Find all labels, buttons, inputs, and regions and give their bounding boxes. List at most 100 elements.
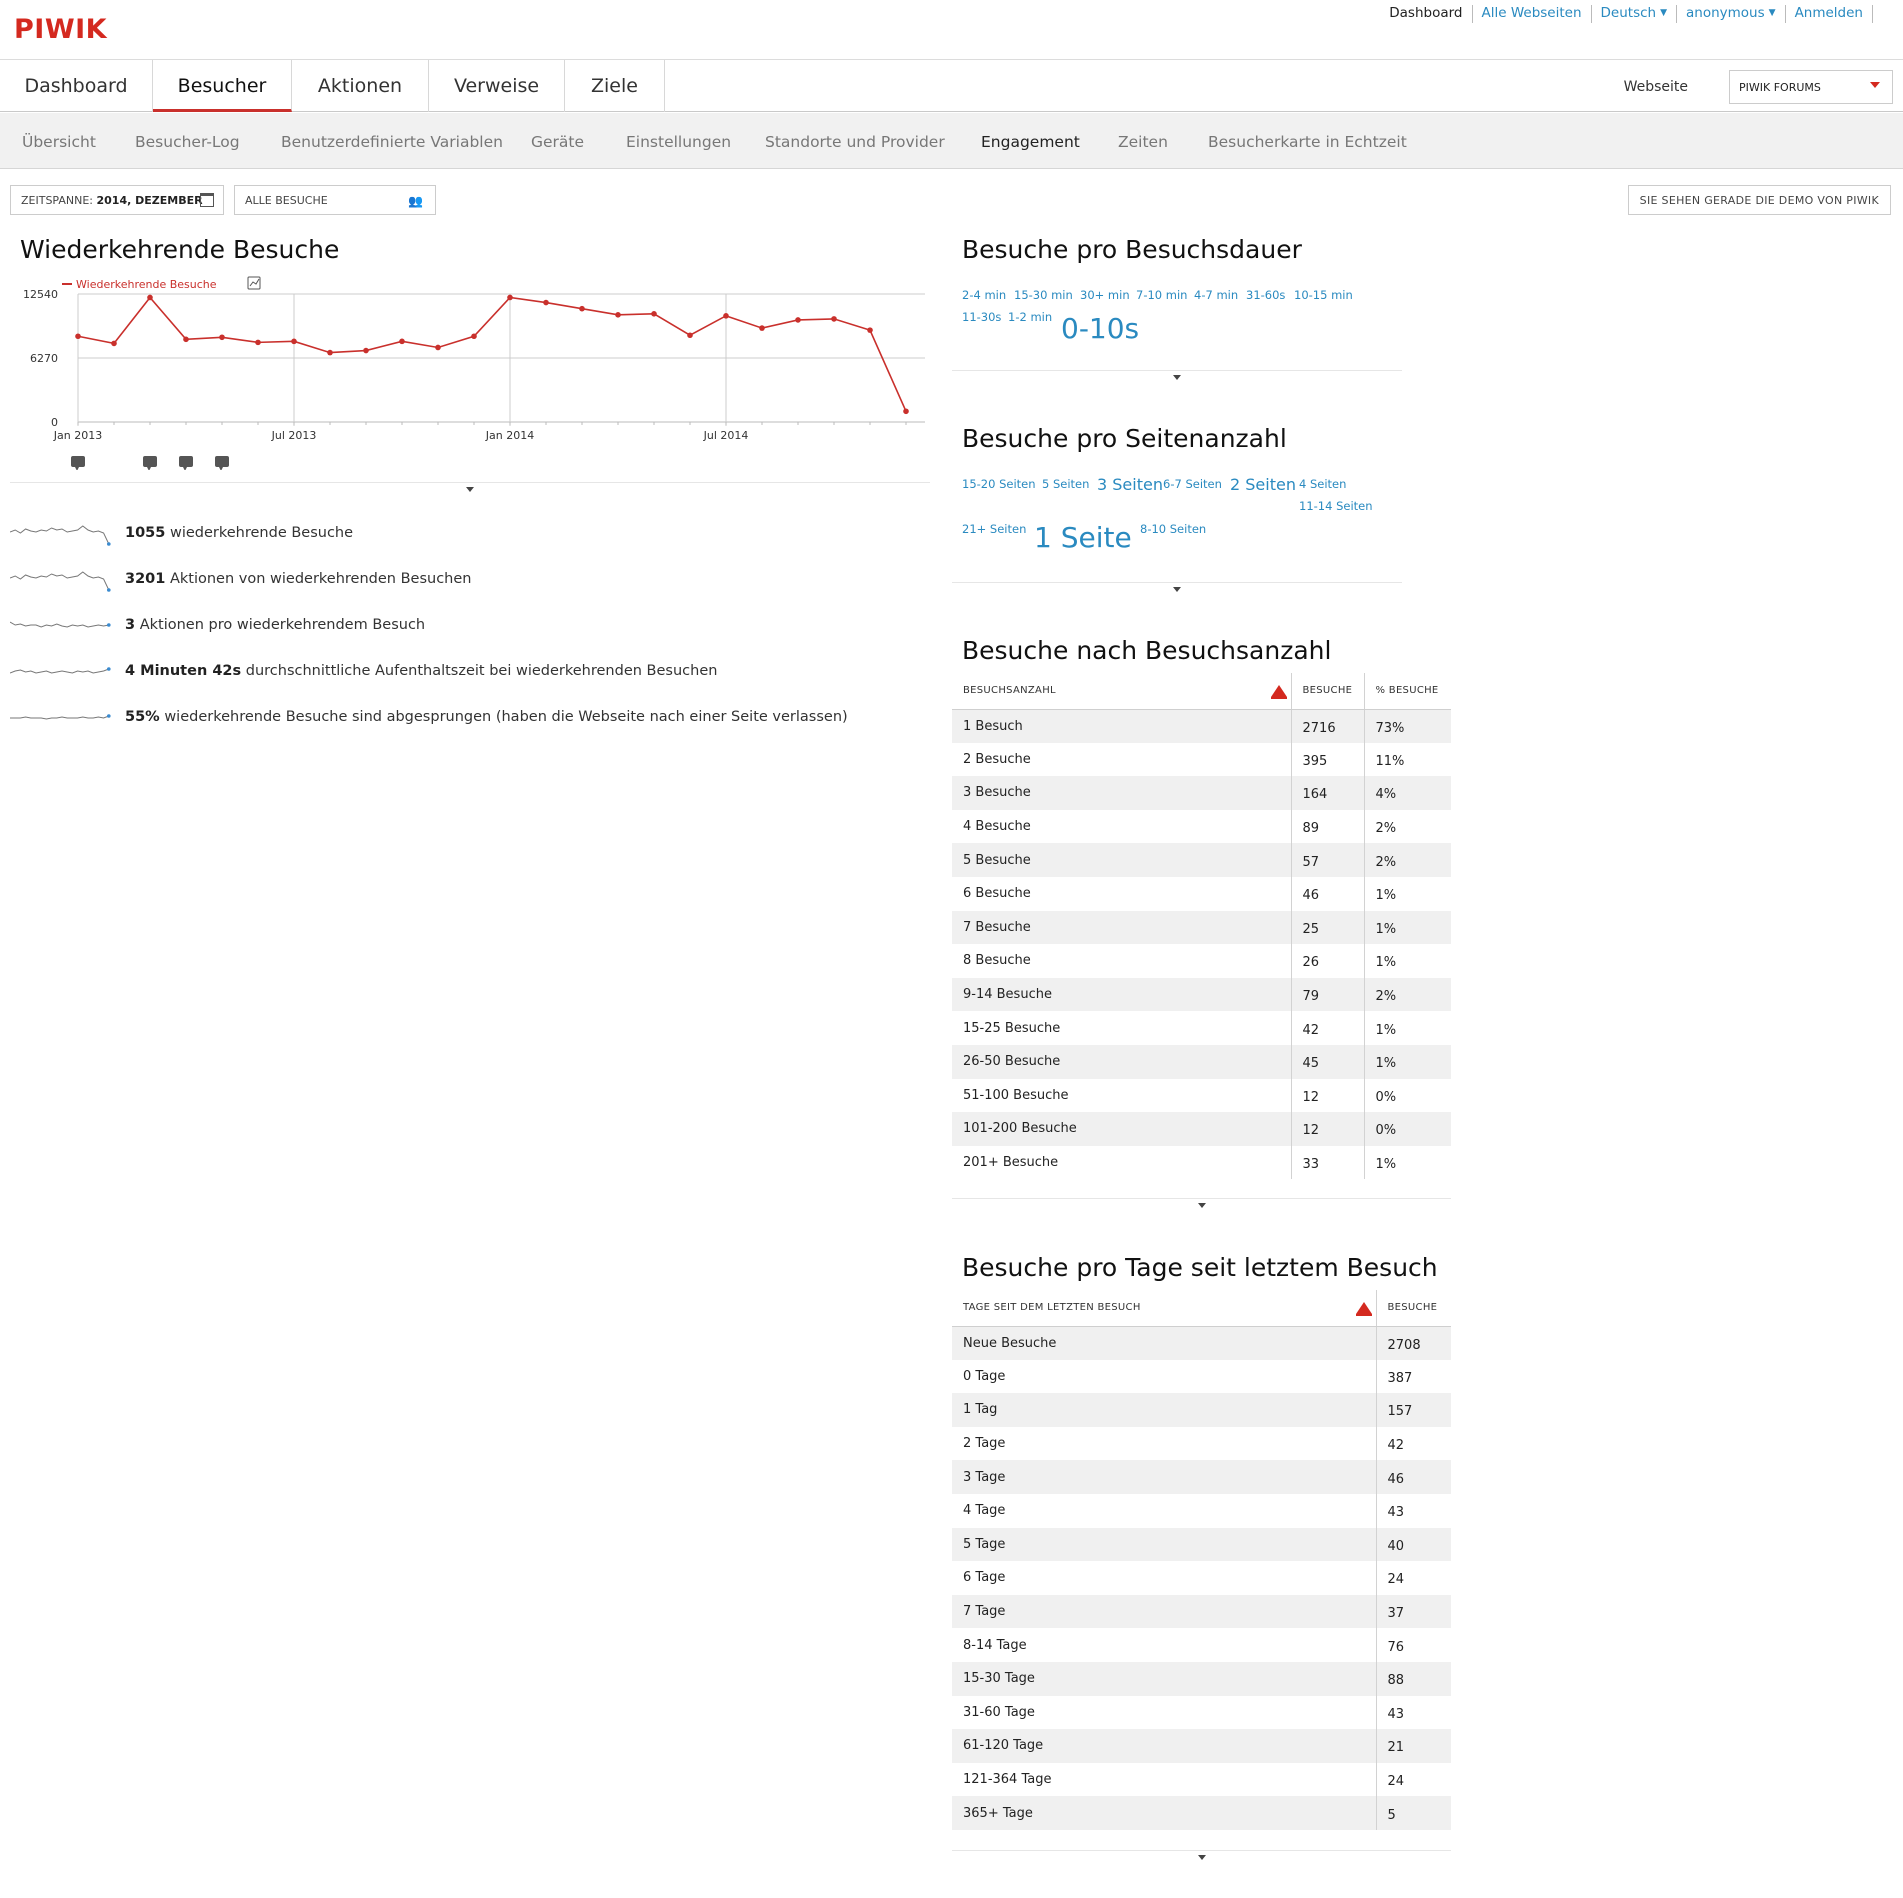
cloud-tag[interactable]: 15-20 Seiten — [962, 477, 1036, 491]
segment-selector[interactable]: ALLE BESUCHE 👥 — [234, 185, 436, 215]
widget-footer[interactable] — [952, 370, 1402, 380]
cloud-tag[interactable]: 11-14 Seiten — [1299, 499, 1373, 513]
column-header-label[interactable]: BESUCHSANZAHL — [952, 673, 1291, 710]
data-point[interactable] — [651, 311, 657, 317]
tab-besucher[interactable]: Besucher — [153, 60, 292, 112]
table-row[interactable]: 121-364 Tage 24 — [952, 1762, 1451, 1797]
data-point[interactable] — [795, 317, 801, 323]
data-point[interactable] — [543, 299, 549, 306]
period-selector[interactable]: ZEITSPANNE: 2014, DEZEMBER — [10, 185, 224, 215]
data-point[interactable] — [687, 332, 693, 339]
top-link-all-websites[interactable]: Alle Webseiten — [1473, 5, 1592, 23]
column-header-visits[interactable]: BESUCHE — [1290, 673, 1364, 710]
data-point[interactable] — [723, 313, 729, 319]
site-selector[interactable]: PIWIK FORUMS — [1729, 70, 1893, 104]
piwik-logo[interactable]: PIWIK — [14, 14, 107, 45]
subtab-benutzerdefinierte-variablen[interactable]: Benutzerdefinierte Variablen — [281, 133, 503, 151]
cloud-tag[interactable]: 10-15 min — [1294, 288, 1353, 302]
data-point[interactable] — [111, 340, 117, 347]
data-point[interactable] — [867, 327, 873, 333]
returning-visits-chart[interactable]: 12540 6270 0Jan 2013 Jul 2013 Jan 2014 Jul 20… — [10, 270, 930, 470]
subtab-einstellungen[interactable]: Einstellungen — [626, 133, 731, 151]
sparkline-row[interactable]: 4 Minuten 42s durchschnittliche Aufentha… — [10, 656, 910, 686]
table-row[interactable]: 51-100 Besuche 12 0% — [952, 1078, 1451, 1113]
cloud-tag[interactable]: 31-60s — [1246, 288, 1285, 302]
table-row[interactable]: 4 Tage 43 — [952, 1493, 1451, 1528]
tab-dashboard[interactable]: Dashboard — [0, 60, 153, 112]
widget-footer[interactable] — [952, 1198, 1451, 1208]
cloud-tag[interactable]: 2 Seiten — [1230, 475, 1296, 494]
tab-verweise[interactable]: Verweise — [429, 60, 565, 112]
table-row[interactable]: 1 Tag 157 — [952, 1393, 1451, 1427]
table-row[interactable]: 15-30 Tage 88 — [952, 1661, 1451, 1696]
data-point[interactable] — [147, 294, 153, 301]
cloud-tag[interactable]: 1 Seite — [1034, 521, 1132, 554]
tab-ziele[interactable]: Ziele — [565, 60, 665, 112]
top-link-dashboard[interactable]: Dashboard — [1380, 5, 1473, 23]
table-row[interactable]: 26-50 Besuche 45 1% — [952, 1044, 1451, 1079]
cloud-tag[interactable]: 3 Seiten — [1097, 475, 1163, 494]
annotation-icon[interactable] — [179, 456, 193, 467]
language-selector[interactable]: Deutsch ▼ — [1592, 5, 1677, 23]
data-point[interactable] — [831, 316, 837, 322]
demo-notice[interactable]: SIE SEHEN GERADE DIE DEMO VON PIWIK — [1627, 185, 1891, 215]
data-point[interactable] — [399, 338, 405, 345]
data-point[interactable] — [759, 325, 765, 331]
data-point[interactable] — [903, 408, 909, 415]
table-row[interactable]: 101-200 Besuche 12 0% — [952, 1112, 1451, 1146]
widget-footer[interactable] — [10, 482, 930, 492]
data-point[interactable] — [291, 338, 297, 345]
subtab-geraete[interactable]: Geräte — [531, 133, 584, 151]
data-point[interactable] — [327, 349, 333, 356]
cloud-tag[interactable]: 0-10s — [1061, 312, 1139, 345]
annotation-icon[interactable] — [71, 456, 85, 467]
table-row[interactable]: 3 Tage 46 — [952, 1460, 1451, 1494]
cloud-tag[interactable]: 4-7 min — [1194, 288, 1238, 302]
sparkline-row[interactable]: 1055 wiederkehrende Besuche — [10, 518, 910, 548]
subtab-besucher-log[interactable]: Besucher-Log — [135, 133, 240, 151]
subtab-uebersicht[interactable]: Übersicht — [22, 133, 96, 151]
cloud-tag[interactable]: 15-30 min — [1014, 288, 1073, 302]
cloud-tag[interactable]: 1-2 min — [1008, 310, 1052, 324]
table-row[interactable]: 201+ Besuche 33 1% — [952, 1145, 1451, 1180]
subtab-standorte-und-provider[interactable]: Standorte und Provider — [765, 133, 945, 151]
data-point[interactable] — [363, 347, 369, 354]
cloud-tag[interactable]: 30+ min — [1080, 288, 1130, 302]
table-row[interactable]: 31-60 Tage 43 — [952, 1695, 1451, 1730]
column-header-label[interactable]: TAGE SEIT DEM LETZTEN BESUCH — [952, 1290, 1376, 1327]
table-row[interactable]: 3 Besuche 164 4% — [952, 776, 1451, 810]
table-row[interactable]: 2 Tage 42 — [952, 1426, 1451, 1461]
table-row[interactable]: Neue Besuche 2708 — [952, 1326, 1451, 1360]
login-link[interactable]: Anmelden — [1786, 5, 1873, 23]
cloud-tag[interactable]: 5 Seiten — [1042, 477, 1089, 491]
tab-aktionen[interactable]: Aktionen — [292, 60, 429, 112]
data-point[interactable] — [507, 294, 513, 301]
cloud-tag[interactable]: 4 Seiten — [1299, 477, 1346, 491]
subtab-besucherkarte[interactable]: Besucherkarte in Echtzeit — [1208, 133, 1407, 151]
data-point[interactable] — [183, 336, 189, 343]
table-row[interactable]: 5 Tage 40 — [952, 1527, 1451, 1562]
user-menu[interactable]: anonymous ▼ — [1677, 5, 1786, 23]
table-row[interactable]: 61-120 Tage 21 — [952, 1729, 1451, 1763]
table-row[interactable]: 7 Tage 37 — [952, 1594, 1451, 1629]
table-row[interactable]: 365+ Tage 5 — [952, 1796, 1451, 1830]
data-point[interactable] — [255, 339, 261, 346]
subtab-engagement[interactable]: Engagement — [981, 133, 1080, 151]
sparkline-row[interactable]: 55% wiederkehrende Besuche sind abgespru… — [10, 702, 910, 732]
table-row[interactable]: 6 Tage 24 — [952, 1561, 1451, 1595]
table-row[interactable]: 5 Besuche 57 2% — [952, 843, 1451, 877]
cloud-tag[interactable]: 7-10 min — [1136, 288, 1187, 302]
data-point[interactable] — [471, 333, 477, 340]
table-row[interactable]: 2 Besuche 395 11% — [952, 742, 1451, 777]
subtab-zeiten[interactable]: Zeiten — [1118, 133, 1168, 151]
table-row[interactable]: 4 Besuche 89 2% — [952, 809, 1451, 844]
data-point[interactable] — [219, 334, 225, 341]
data-point[interactable] — [75, 333, 81, 340]
table-row[interactable]: 7 Besuche 25 1% — [952, 910, 1451, 945]
sparkline-row[interactable]: 3201 Aktionen von wiederkehrenden Besuch… — [10, 564, 910, 594]
data-point[interactable] — [435, 344, 441, 351]
table-row[interactable]: 8-14 Tage 76 — [952, 1628, 1451, 1662]
cloud-tag[interactable]: 8-10 Seiten — [1140, 522, 1206, 536]
cloud-tag[interactable]: 21+ Seiten — [962, 522, 1026, 536]
widget-footer[interactable] — [952, 582, 1402, 592]
